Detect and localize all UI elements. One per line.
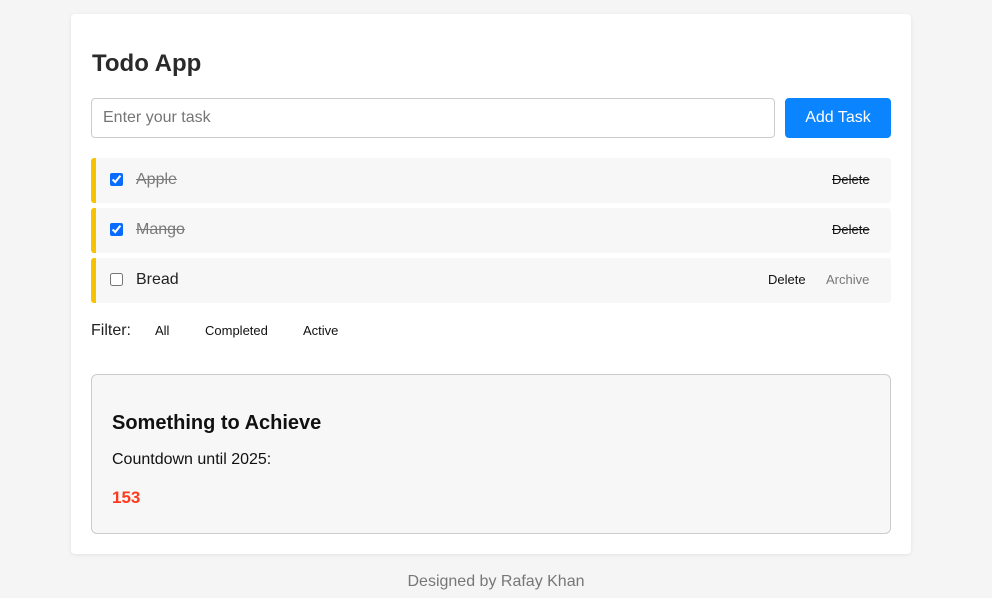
countdown-heading: Something to Achieve: [112, 412, 322, 434]
footer-credit: Designed by Rafay Khan: [407, 573, 585, 590]
filter-label: Filter:: [91, 322, 131, 339]
task-checkbox-apple[interactable]: [110, 173, 123, 186]
task-label-mango: Mango: [136, 221, 185, 238]
countdown-value: 153: [112, 488, 141, 507]
filter-active-button[interactable]: Active: [303, 323, 338, 338]
task-label-apple: Apple: [136, 171, 177, 188]
todo-card: Todo App Add Task Apple Delete Mango Del…: [71, 14, 911, 554]
countdown-panel: Something to Achieve Countdown until 202…: [91, 374, 891, 534]
delete-button-apple[interactable]: Delete: [832, 170, 870, 189]
countdown-text: Countdown until 2025:: [112, 451, 272, 468]
delete-button-bread[interactable]: Delete: [768, 270, 806, 289]
task-item-apple: Apple Delete: [91, 158, 891, 203]
task-item-mango: Mango Delete: [91, 208, 891, 253]
page-title: Todo App: [92, 50, 202, 77]
task-label-bread: Bread: [136, 271, 179, 288]
task-list: Apple Delete Mango Delete Bread Delete A…: [91, 158, 891, 308]
task-checkbox-mango[interactable]: [110, 223, 123, 236]
archive-button-bread[interactable]: Archive: [826, 270, 869, 289]
filter-completed-button[interactable]: Completed: [205, 323, 268, 338]
task-input[interactable]: [91, 98, 775, 138]
filter-all-button[interactable]: All: [155, 323, 169, 338]
task-item-bread: Bread Delete Archive: [91, 258, 891, 303]
add-task-button[interactable]: Add Task: [785, 98, 891, 138]
task-checkbox-bread[interactable]: [110, 273, 123, 286]
delete-button-mango[interactable]: Delete: [832, 220, 870, 239]
